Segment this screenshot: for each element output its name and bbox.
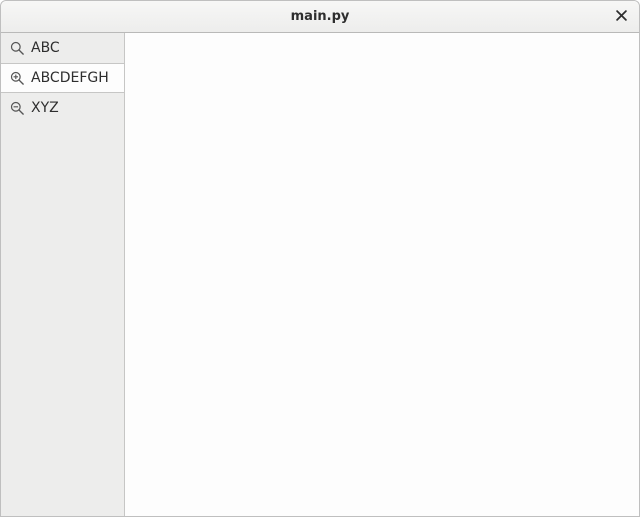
window-title: main.py [1,9,639,24]
tab-xyz[interactable]: XYZ [1,93,124,123]
app-window: main.py ABC [0,0,640,517]
main-content [125,33,639,516]
tab-abc[interactable]: ABC [1,33,124,63]
tab-abcdefgh[interactable]: ABCDEFGH [1,63,124,93]
tab-label: XYZ [31,100,59,116]
tab-label: ABCDEFGH [31,70,109,86]
zoom-in-icon [9,70,25,86]
magnify-icon [9,40,25,56]
close-button[interactable] [613,9,629,25]
window-body: ABC ABCDEFGH [1,33,639,516]
titlebar: main.py [1,1,639,33]
tab-label: ABC [31,40,60,56]
close-icon [616,9,627,25]
sidebar: ABC ABCDEFGH [1,33,125,516]
zoom-out-icon [9,100,25,116]
